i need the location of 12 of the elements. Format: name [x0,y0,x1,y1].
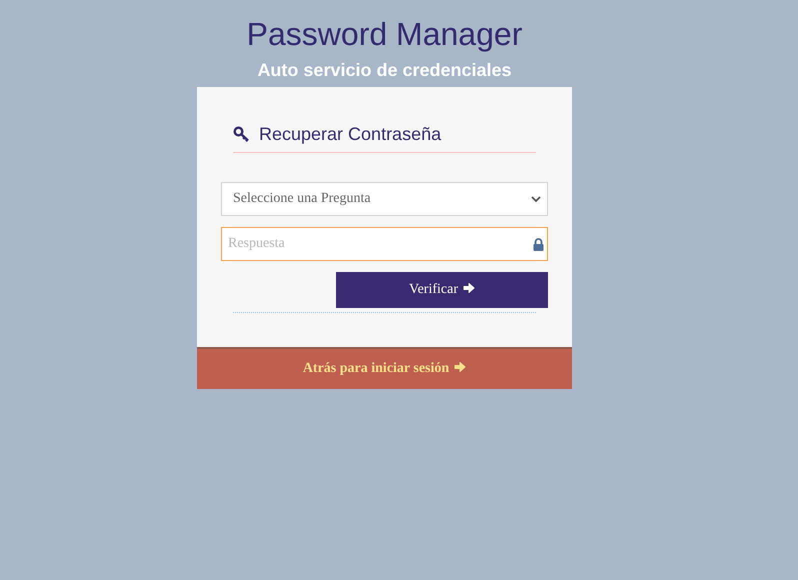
verify-button[interactable]: Verificar [336,272,548,308]
lock-icon [533,238,544,251]
chevron-down-icon [531,196,541,202]
app-title: Password Manager [246,16,524,52]
app-subtitle: Auto servicio de credenciales [256,59,513,81]
arrow-right-icon [462,282,475,294]
key-icon [233,126,251,142]
form-heading: Recuperar Contraseña [259,123,442,145]
question-select[interactable]: Seleccione una Pregunta [221,182,548,216]
arrow-right-icon [454,361,466,373]
back-to-login-link[interactable]: Atrás para iniciar sesión [197,347,572,389]
answer-field[interactable]: Respuesta [221,227,548,261]
